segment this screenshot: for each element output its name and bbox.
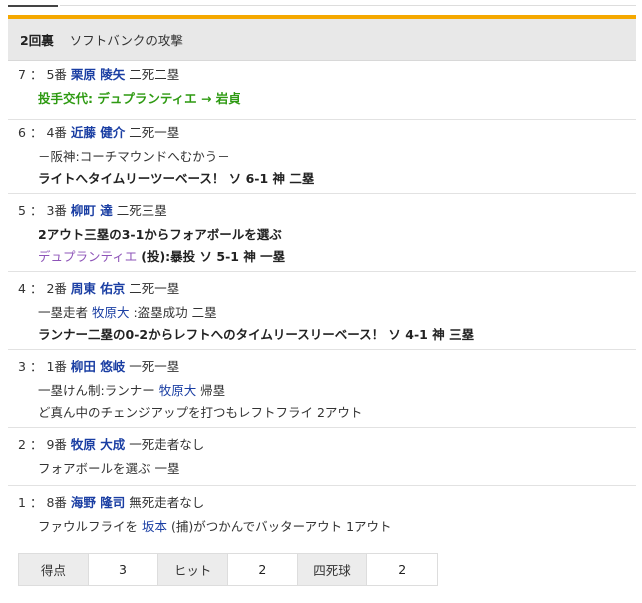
play-post: (捕)がつかんでバッターアウト 1アウト bbox=[167, 519, 392, 534]
batter-line: 1 ： 8番 海野 隆司 無死走者なし bbox=[18, 495, 205, 510]
runner-event-line: 一塁けん制:ランナー 牧原大 帰塁 bbox=[18, 380, 636, 402]
play-result: 2アウト三塁の3-1からフォアボールを選ぶ bbox=[38, 227, 282, 242]
pitcher-play-line: デュプランティエ (投):暴投 ソ 5-1 神 一塁 bbox=[18, 246, 636, 268]
inning-summary-table: 得点 3 ヒット 2 四死球 2 bbox=[18, 553, 438, 586]
atbat-seq: 3 bbox=[18, 359, 26, 374]
runner-event-post: :盗塁成功 二塁 bbox=[129, 305, 217, 320]
batting-order: 4番 bbox=[46, 125, 67, 140]
outs-runners: 二死一塁 bbox=[129, 125, 180, 140]
outs-runners: 二死一塁 bbox=[129, 281, 180, 296]
batter-line: 4 ： 2番 周東 佑京 二死一塁 bbox=[18, 281, 180, 296]
atbat-7: 7 ： 5番 栗原 陵矢 二死二塁 投手交代: デュプランティエ → 岩貞 bbox=[8, 65, 636, 120]
play-result: ライトへタイムリーツーベース！ ソ 6-1 神 二塁 bbox=[38, 171, 315, 186]
atbat-2: 2 ： 9番 牧原 大成 一死走者なし フォアボールを選ぶ 一塁 bbox=[8, 435, 636, 486]
batting-order: 3番 bbox=[46, 203, 67, 218]
atbat-seq: 5 bbox=[18, 203, 26, 218]
walks-hbp-label: 四死球 bbox=[297, 554, 368, 585]
play-description-line: ファウルフライを 坂本 (捕)がつかんでバッターアウト 1アウト bbox=[18, 516, 636, 538]
outs-runners: 一死一塁 bbox=[129, 359, 180, 374]
walks-hbp-value: 2 bbox=[367, 554, 438, 585]
runner-event-pre: 一塁走者 bbox=[38, 305, 92, 320]
play-pre: ファウルフライを bbox=[38, 519, 142, 534]
runner-event-pre: 一塁けん制:ランナー bbox=[38, 383, 159, 398]
play-description: ど真ん中のチェンジアップを打つもレフトフライ 2アウト bbox=[38, 405, 363, 420]
atbat-seq: 1 bbox=[18, 495, 26, 510]
outs-runners: 二死三塁 bbox=[116, 203, 167, 218]
pitcher-play-result: (投):暴投 ソ 5-1 神 一塁 bbox=[141, 249, 286, 264]
batter-name-link[interactable]: 栗原 陵矢 bbox=[71, 67, 125, 82]
outs-runners: 一死走者なし bbox=[129, 437, 205, 452]
play-description: フォアボールを選ぶ 一塁 bbox=[38, 461, 180, 476]
play-note: －阪神:コーチマウンドへむかう－ bbox=[38, 149, 230, 164]
substitution-text: デュプランティエ → 岩貞 bbox=[97, 91, 241, 106]
runner-name-link[interactable]: 牧原大 bbox=[159, 383, 197, 398]
batter-name-link[interactable]: 柳田 悠岐 bbox=[71, 359, 125, 374]
pitcher-name-link[interactable]: デュプランティエ bbox=[38, 249, 137, 264]
batter-line: 3 ： 1番 柳田 悠岐 一死一塁 bbox=[18, 359, 180, 374]
inning-title: ソフトバンクの攻撃 bbox=[69, 33, 183, 48]
batter-name-link[interactable]: 海野 隆司 bbox=[71, 495, 125, 510]
batter-name-link[interactable]: 近藤 健介 bbox=[71, 125, 125, 140]
play-result: ランナー二塁の0-2からレフトへのタイムリースリーベース！ ソ 4-1 神 三塁 bbox=[38, 327, 475, 342]
substitution-prefix: 投手交代: bbox=[38, 91, 98, 106]
outs-runners: 二死二塁 bbox=[129, 67, 180, 82]
atbat-6: 6 ： 4番 近藤 健介 二死一塁 －阪神:コーチマウンドへむかう－ ライトへタ… bbox=[8, 123, 636, 194]
runner-name-link[interactable]: 牧原大 bbox=[92, 305, 130, 320]
batter-line: 5 ： 3番 柳町 達 二死三塁 bbox=[18, 203, 167, 218]
batting-order: 2番 bbox=[46, 281, 67, 296]
atbat-seq: 7 bbox=[18, 67, 26, 82]
atbat-seq: 6 bbox=[18, 125, 26, 140]
atbat-3: 3 ： 1番 柳田 悠岐 一死一塁 一塁けん制:ランナー 牧原大 帰塁 ど真ん中… bbox=[8, 357, 636, 428]
atbat-seq: 4 bbox=[18, 281, 26, 296]
batting-order: 5番 bbox=[46, 67, 67, 82]
batter-name-link[interactable]: 牧原 大成 bbox=[71, 437, 125, 452]
batting-order: 8番 bbox=[46, 495, 67, 510]
substitution-line: 投手交代: デュプランティエ → 岩貞 bbox=[18, 88, 636, 110]
tab-divider bbox=[60, 5, 636, 6]
active-tab-indicator[interactable] bbox=[8, 0, 58, 7]
hits-label: ヒット bbox=[158, 554, 229, 585]
batter-name-link[interactable]: 柳町 達 bbox=[71, 203, 113, 218]
atbat-5: 5 ： 3番 柳町 達 二死三塁 2アウト三塁の3-1からフォアボールを選ぶ デ… bbox=[8, 201, 636, 272]
inning-header: 2回裏 ソフトバンクの攻撃 bbox=[8, 19, 636, 61]
atbat-4: 4 ： 2番 周東 佑京 二死一塁 一塁走者 牧原大 :盗塁成功 二塁 ランナー… bbox=[8, 279, 636, 350]
inning-label: 2回裏 bbox=[20, 33, 54, 48]
runs-label: 得点 bbox=[19, 554, 89, 585]
atbat-1: 1 ： 8番 海野 隆司 無死走者なし ファウルフライを 坂本 (捕)がつかんで… bbox=[8, 493, 636, 544]
runner-event-post: 帰塁 bbox=[196, 383, 226, 398]
fielder-name-link[interactable]: 坂本 bbox=[142, 519, 167, 534]
batting-order: 1番 bbox=[46, 359, 67, 374]
batting-order: 9番 bbox=[46, 437, 67, 452]
outs-runners: 無死走者なし bbox=[129, 495, 205, 510]
batter-line: 2 ： 9番 牧原 大成 一死走者なし bbox=[18, 437, 205, 452]
atbat-seq: 2 bbox=[18, 437, 26, 452]
runner-event-line: 一塁走者 牧原大 :盗塁成功 二塁 bbox=[18, 302, 636, 324]
batter-line: 7 ： 5番 栗原 陵矢 二死二塁 bbox=[18, 67, 180, 82]
hits-value: 2 bbox=[228, 554, 298, 585]
runs-value: 3 bbox=[88, 554, 159, 585]
batter-line: 6 ： 4番 近藤 健介 二死一塁 bbox=[18, 125, 180, 140]
batter-name-link[interactable]: 周東 佑京 bbox=[71, 281, 125, 296]
